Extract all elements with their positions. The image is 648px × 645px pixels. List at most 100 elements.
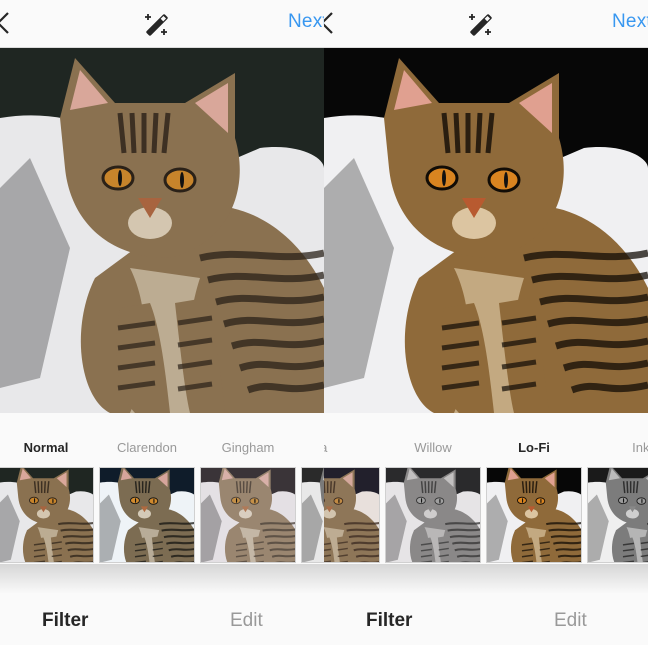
fur-stripe: [346, 528, 379, 532]
cat-pupil-right: [180, 172, 184, 188]
fur-stripe: [557, 554, 581, 558]
filter-label-inkwell[interactable]: Inkwell: [604, 440, 648, 455]
cat-photo: [324, 468, 379, 562]
fur-stripe: [246, 381, 324, 394]
cat-photo: [324, 48, 648, 413]
fur-stripe: [168, 548, 194, 552]
chevron-left-icon[interactable]: [0, 9, 14, 37]
filter-label-normal[interactable]: Normal: [0, 440, 94, 455]
fur-stripe: [161, 528, 194, 532]
thumb-shadow: [324, 564, 648, 594]
filter-thumb-sierra[interactable]: [324, 467, 380, 563]
tab-filter[interactable]: Filter: [42, 610, 88, 632]
fur-stripe: [58, 521, 93, 526]
fur-stripe: [174, 561, 194, 562]
cat-pupil-left: [33, 498, 36, 503]
filter-thumb-willow[interactable]: [385, 467, 481, 563]
fur-stripe: [60, 528, 93, 532]
cat-eye-right: [333, 497, 344, 505]
filter-label-gingham[interactable]: Gingham: [200, 440, 296, 455]
cat-pupil-right: [52, 498, 54, 504]
bottom-tabs: Filter Edit: [324, 600, 648, 645]
cat-pupil-right: [153, 498, 155, 504]
filter-thumb-inkwell[interactable]: [587, 467, 648, 563]
fur-stripe: [531, 271, 648, 284]
filter-thumb-moon[interactable]: [301, 467, 324, 563]
filter-screen-normal: Next Normal Clarendon Gingham Filter Edi…: [0, 0, 324, 645]
leg-stripe: [324, 560, 332, 562]
filter-label-lofi[interactable]: Lo-Fi: [486, 440, 582, 455]
fur-stripe: [264, 534, 295, 539]
cat-eye-left: [618, 496, 628, 505]
head-stripe: [324, 481, 326, 494]
magic-wand-icon[interactable]: [142, 10, 170, 38]
filter-labels: Normal Clarendon Gingham: [0, 440, 324, 462]
head-stripe: [37, 481, 40, 494]
filter-thumb-normal[interactable]: [0, 467, 94, 563]
fur-stripe: [271, 554, 295, 558]
head-stripe: [151, 112, 159, 154]
fur-stripe: [163, 534, 194, 539]
fur-stripe: [170, 554, 194, 558]
chevron-left-icon[interactable]: [324, 9, 338, 37]
cat-pupil-right: [641, 498, 643, 504]
cat-photo: [487, 468, 581, 562]
fur-stripe: [554, 337, 648, 350]
photo-preview: [324, 48, 648, 413]
cat-pupil-right: [338, 498, 340, 504]
cat-pupil-left: [235, 498, 238, 503]
fur-stripe: [570, 381, 648, 394]
fur-stripe: [359, 561, 379, 562]
fur-stripe: [344, 521, 379, 526]
fur-stripe: [449, 534, 480, 539]
filter-label-willow[interactable]: Willow: [385, 440, 481, 455]
head-stripe: [329, 481, 332, 494]
fur-stripe: [269, 548, 295, 552]
filter-labels: Sierra Willow Lo-Fi Inkwell: [324, 440, 648, 462]
head-stripe: [430, 481, 433, 494]
fur-stripe: [275, 561, 295, 562]
head-stripe: [424, 481, 427, 494]
tab-edit[interactable]: Edit: [230, 610, 263, 632]
cat-pupil-right: [504, 172, 508, 188]
next-button[interactable]: Next: [612, 11, 648, 33]
cat-photo: [0, 468, 93, 562]
fur-stripe: [351, 541, 379, 545]
fur-stripe: [65, 541, 93, 545]
cat-pupil-right: [439, 498, 441, 504]
fur-stripe: [546, 521, 581, 526]
filter-thumb-lofi[interactable]: [486, 467, 582, 563]
head-stripe: [475, 112, 483, 154]
tab-filter[interactable]: Filter: [366, 610, 412, 632]
cat-eye-left: [416, 496, 426, 505]
fur-stripe: [62, 534, 93, 539]
filter-thumbnails: [0, 467, 324, 564]
filter-label-clarendon[interactable]: Clarendon: [99, 440, 195, 455]
head-stripe: [626, 481, 629, 494]
fur-stripe: [353, 548, 379, 552]
head-stripe: [245, 481, 248, 494]
filter-thumb-clarendon[interactable]: [99, 467, 195, 563]
head-stripe: [129, 112, 137, 154]
cat-pupil-left: [420, 498, 423, 503]
fur-stripe: [166, 541, 194, 545]
next-button[interactable]: Next: [288, 11, 324, 33]
cat-pupil-left: [622, 498, 625, 503]
cat-photo: [0, 48, 324, 413]
head-stripe: [144, 481, 147, 494]
fur-stripe: [454, 548, 480, 552]
filter-label-sierra[interactable]: Sierra: [324, 440, 358, 455]
filter-thumbnails: [324, 467, 648, 564]
cat-eye-right: [148, 497, 159, 505]
fur-stripe: [238, 359, 324, 372]
magic-wand-icon[interactable]: [466, 10, 494, 38]
fur-stripe: [553, 541, 581, 545]
cat-eye-right: [434, 497, 445, 505]
tab-edit[interactable]: Edit: [554, 610, 587, 632]
cat-pupil-left: [521, 498, 524, 503]
head-stripe: [525, 481, 528, 494]
filter-thumb-gingham[interactable]: [200, 467, 296, 563]
fur-stripe: [523, 249, 648, 262]
cat-pupil-left: [442, 170, 446, 186]
fur-stripe: [355, 554, 379, 558]
